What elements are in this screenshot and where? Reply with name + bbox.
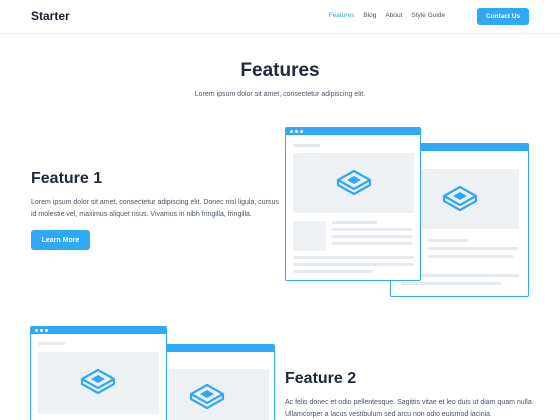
browser-window-illustration — [160, 344, 275, 420]
cube-icon — [189, 383, 225, 410]
text-line-placeholder — [293, 270, 373, 273]
page-title: Features — [240, 60, 320, 81]
feature-2-title: Feature 2 — [285, 370, 357, 387]
text-line-placeholder — [428, 247, 518, 250]
browser-window-illustration — [285, 127, 421, 281]
feature-1-text: Lorem ipsum dolor sit amet, consectetur … — [31, 197, 281, 221]
text-line-placeholder — [293, 263, 414, 266]
feature-2-text-line: Ac felis donec et odio pellentesque. Sag… — [285, 399, 534, 406]
window-title-bar — [161, 345, 274, 352]
text-line-placeholder — [332, 235, 412, 238]
feature-2-text: Ac felis donec et odio pellentesque. Sag… — [285, 397, 555, 420]
text-line-placeholder — [332, 228, 412, 231]
text-line-placeholder — [401, 282, 501, 285]
text-line-placeholder — [38, 342, 65, 345]
contact-us-button[interactable]: Contact Us — [477, 8, 529, 25]
site-logo[interactable]: Starter — [31, 9, 70, 23]
text-line-placeholder — [293, 256, 414, 259]
text-line-placeholder — [428, 239, 468, 242]
page-subtitle: Lorem ipsum dolor sit amet, consectetur … — [194, 91, 366, 98]
feature-2-text-line: Ullamcorper a lacus vestibulum sed arcu … — [285, 411, 492, 418]
nav-link-about[interactable]: About — [385, 12, 402, 19]
main-nav: Features Blog About Style Guide — [329, 12, 445, 19]
cube-icon — [442, 185, 478, 212]
window-dot — [290, 130, 293, 133]
window-dot — [35, 329, 38, 332]
nav-link-features[interactable]: Features — [329, 12, 355, 19]
site-header: Starter Features Blog About Style Guide … — [0, 0, 560, 34]
nav-link-blog[interactable]: Blog — [363, 12, 376, 19]
text-line-placeholder — [332, 242, 412, 245]
window-dot — [40, 329, 43, 332]
thumbnail-placeholder — [293, 221, 326, 251]
cube-icon — [336, 169, 372, 196]
text-line-placeholder — [428, 255, 513, 258]
window-title-bar — [286, 128, 420, 135]
text-line-placeholder — [293, 144, 320, 147]
window-dot — [295, 130, 298, 133]
feature-1-title: Feature 1 — [31, 170, 103, 187]
browser-window-illustration — [30, 326, 167, 420]
learn-more-button[interactable]: Learn More — [31, 230, 90, 250]
window-dot — [300, 130, 303, 133]
text-line-placeholder — [332, 221, 377, 224]
window-dot — [45, 329, 48, 332]
nav-link-style-guide[interactable]: Style Guide — [411, 12, 445, 19]
feature-1-text-line: id molestie vel, maximus aliquet risus. … — [31, 211, 252, 218]
cube-icon — [80, 368, 116, 395]
window-title-bar — [31, 327, 166, 334]
feature-1-text-line: Lorem ipsum dolor sit amet, consectetur … — [31, 199, 279, 206]
